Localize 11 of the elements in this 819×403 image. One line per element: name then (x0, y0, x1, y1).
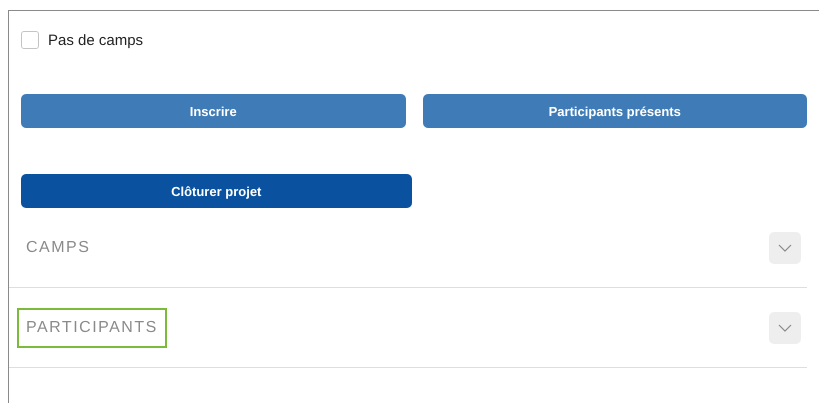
section-title[interactable]: PARTICIPANTS (17, 308, 167, 348)
section-title[interactable]: CAMPS (17, 228, 100, 268)
chevron-icon (778, 324, 792, 332)
action-button[interactable]: Clôturer projet (21, 174, 412, 208)
expand-toggle[interactable] (769, 232, 801, 264)
action-button[interactable]: Inscrire (21, 94, 406, 128)
action-button[interactable]: Participants présents (422, 94, 807, 128)
chevron-icon (778, 244, 792, 252)
checkbox-label: Pas de camps (48, 32, 144, 48)
expand-toggle[interactable] (769, 312, 801, 344)
checkbox[interactable] (21, 31, 39, 49)
